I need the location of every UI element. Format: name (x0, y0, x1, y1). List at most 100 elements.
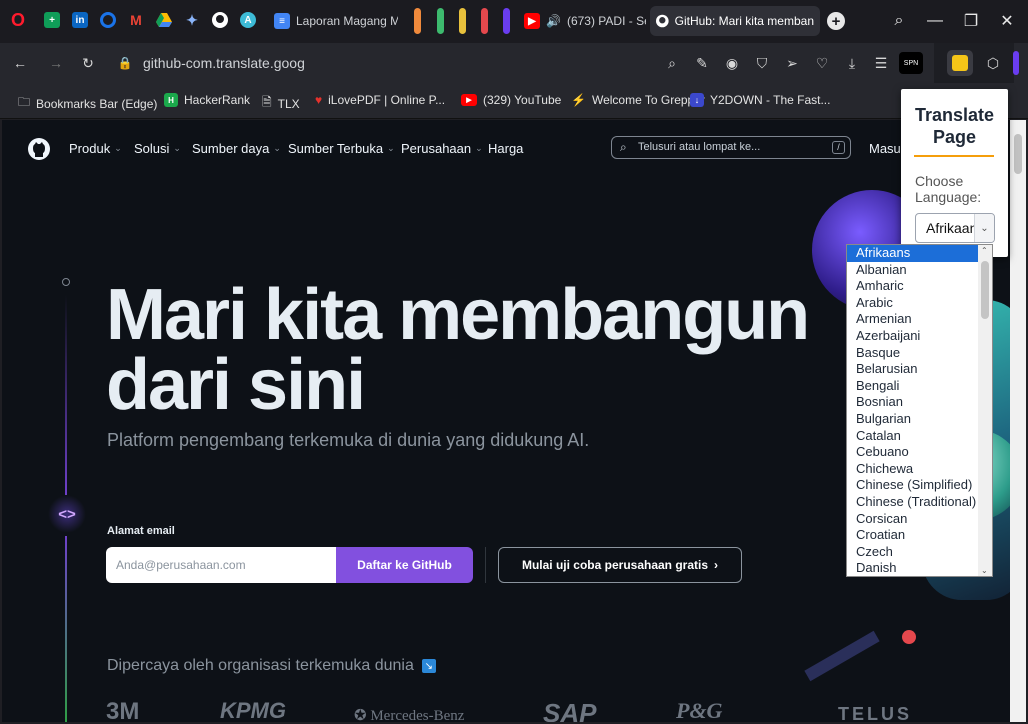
bookmark-grepper[interactable]: ⚡ Welcome To Grepper (571, 93, 705, 107)
pinned-tab-linkedin[interactable]: in (68, 8, 92, 32)
snapshot-button[interactable]: ◉ (722, 53, 742, 73)
language-option[interactable]: Albanian (847, 262, 992, 279)
trusted-text: Dipercaya oleh organisasi terkemuka duni… (107, 657, 414, 674)
maximize-button[interactable]: ❐ (957, 8, 985, 34)
email-input[interactable]: Anda@perusahaan.com (106, 547, 336, 583)
translate-extension-button[interactable] (947, 50, 973, 76)
language-option[interactable]: Basque (847, 345, 992, 362)
lock-icon[interactable]: 🔒 (115, 53, 135, 73)
extension-spn-button[interactable]: SPN (899, 52, 923, 74)
linkedin-icon: in (72, 12, 88, 28)
drive-icon (156, 13, 172, 27)
nav-solusi[interactable]: Solusi ⌄ (134, 141, 181, 156)
nav-perusahaan[interactable]: Perusahaan ⌄ (401, 141, 483, 156)
page-scrollbar[interactable] (1010, 120, 1026, 722)
nav-harga[interactable]: Harga (488, 141, 523, 156)
language-option[interactable]: Chinese (Traditional) (847, 494, 992, 511)
youtube-icon: ▶ (461, 94, 477, 106)
nav-sumber-terbuka[interactable]: Sumber Terbuka ⌄ (288, 141, 395, 156)
pinned-tab-gmail[interactable]: M (124, 8, 148, 32)
send-button[interactable]: ➢ (782, 53, 802, 73)
pinned-tab-github[interactable] (208, 8, 232, 32)
tab-island-green[interactable] (437, 8, 444, 34)
tab-padi[interactable]: ▶ 🔊 (673) PADI - Se (518, 6, 646, 36)
address-bar: ← → ↻ 🔒 github-com.translate.goog ⌕ ✎ ◉ … (0, 43, 1028, 83)
minimize-button[interactable]: — (921, 8, 949, 34)
scroll-up-arrow-icon[interactable]: ⌃ (981, 246, 988, 255)
pinned-tab-gemini[interactable]: ✦ (180, 8, 204, 32)
pinned-tab-drive[interactable] (152, 8, 176, 32)
language-option[interactable]: Bengali (847, 378, 992, 395)
language-option[interactable]: Cebuano (847, 444, 992, 461)
language-option[interactable]: Arabic (847, 295, 992, 312)
language-select[interactable]: Afrikaans ⌄ (915, 213, 995, 243)
easy-setup-button[interactable]: ☰ (871, 53, 891, 73)
extensions-menu-button[interactable]: ⬡ (983, 53, 1003, 73)
language-dropdown-list[interactable]: Afrikaans Albanian Amharic Arabic Armenian Az… (846, 244, 993, 577)
language-option[interactable]: Bulgarian (847, 411, 992, 428)
bookmark-youtube[interactable]: ▶ (329) YouTube (461, 93, 561, 107)
language-option[interactable]: Chinese (Simplified) (847, 477, 992, 494)
search-shortcut-key: / (832, 141, 845, 154)
nav-sumber-daya[interactable]: Sumber daya ⌄ (192, 141, 281, 156)
bookmark-label: iLovePDF | Online P... (328, 93, 446, 107)
bookmark-hackerrank[interactable]: H HackerRank (164, 93, 250, 107)
pinned-tab-sheets[interactable]: + (40, 8, 64, 32)
tab-island-purple[interactable] (503, 8, 510, 34)
tab-island-red[interactable] (481, 8, 488, 34)
url-text[interactable]: github-com.translate.goog (143, 55, 305, 71)
language-option[interactable]: Belarusian (847, 361, 992, 378)
github-logo-icon[interactable] (27, 137, 51, 161)
language-option[interactable]: Catalan (847, 428, 992, 445)
bookmark-ilovepdf[interactable]: ♥ iLovePDF | Online P... (315, 93, 445, 107)
enterprise-trial-button[interactable]: Mulai uji coba perusahaan gratis › (498, 547, 742, 583)
choose-language-label: Choose Language: (915, 173, 981, 205)
tab-island-yellow[interactable] (459, 8, 466, 34)
language-option[interactable]: Danish (847, 560, 992, 576)
bookmark-folder-edge[interactable]: 🗀 Bookmarks Bar (Edge) (18, 93, 157, 114)
arrow-left-icon: ← (13, 55, 27, 71)
speaker-icon[interactable]: 🔊 (546, 14, 561, 28)
bookmark-y2down[interactable]: ↓ Y2DOWN - The Fast... (690, 93, 830, 107)
label-line: Language: (915, 189, 982, 205)
tab-island-orange[interactable] (414, 8, 421, 34)
pinned-tab-blue[interactable] (96, 8, 120, 32)
vpn-button[interactable]: ⛉ (752, 53, 772, 73)
dropdown-scrollbar[interactable]: ⌃ ⌄ (978, 245, 992, 576)
dropdown-scrollbar-thumb[interactable] (981, 261, 989, 319)
translate-icon (952, 55, 968, 71)
language-option[interactable]: Azerbaijani (847, 328, 992, 345)
language-option[interactable]: Armenian (847, 311, 992, 328)
language-option[interactable]: Chichewa (847, 461, 992, 478)
bookmark-tlx[interactable]: 🗎 TLX (262, 93, 300, 114)
scroll-down-arrow-icon[interactable]: ⌄ (981, 566, 988, 575)
nav-produk[interactable]: Produk ⌄ (69, 141, 122, 156)
search-lens-button[interactable]: ⌕ (662, 53, 682, 73)
nav-label: Perusahaan (401, 141, 472, 156)
forward-button[interactable]: → (46, 53, 66, 73)
language-option[interactable]: Corsican (847, 511, 992, 528)
new-tab-button[interactable]: + (822, 8, 850, 34)
language-option[interactable]: Croatian (847, 527, 992, 544)
favorite-button[interactable]: ♡ (812, 53, 832, 73)
search-input[interactable]: ⌕ Telusuri atau lompat ke... / (611, 136, 851, 159)
tab-laporan[interactable]: ≡ Laporan Magang M (268, 6, 398, 36)
close-window-button[interactable]: ✕ (993, 8, 1021, 34)
search-tabs-button[interactable]: ⌕ (885, 8, 913, 34)
page-scrollbar-thumb[interactable] (1014, 134, 1022, 174)
opera-logo-icon[interactable]: O (6, 8, 30, 32)
edit-button[interactable]: ✎ (692, 53, 712, 73)
signup-button[interactable]: Daftar ke GitHub (336, 547, 473, 583)
cube-icon: ⬡ (986, 54, 1000, 71)
language-option[interactable]: Czech (847, 544, 992, 561)
language-option[interactable]: Afrikaans (847, 245, 978, 262)
pinned-tab-app[interactable]: A (236, 8, 260, 32)
language-option[interactable]: Bosnian (847, 394, 992, 411)
browser-window: O + in M ✦ A ≡ Laporan Magang M ▶ 🔊 (673… (0, 0, 1028, 724)
downloads-button[interactable]: ⤓ (842, 53, 862, 73)
language-option[interactable]: Amharic (847, 278, 992, 295)
reload-button[interactable]: ↻ (78, 53, 98, 73)
language-options: Afrikaans Albanian Amharic Arabic Armenian Az… (847, 245, 992, 576)
back-button[interactable]: ← (10, 53, 30, 73)
tab-github-active[interactable]: GitHub: Mari kita memban (650, 6, 820, 36)
